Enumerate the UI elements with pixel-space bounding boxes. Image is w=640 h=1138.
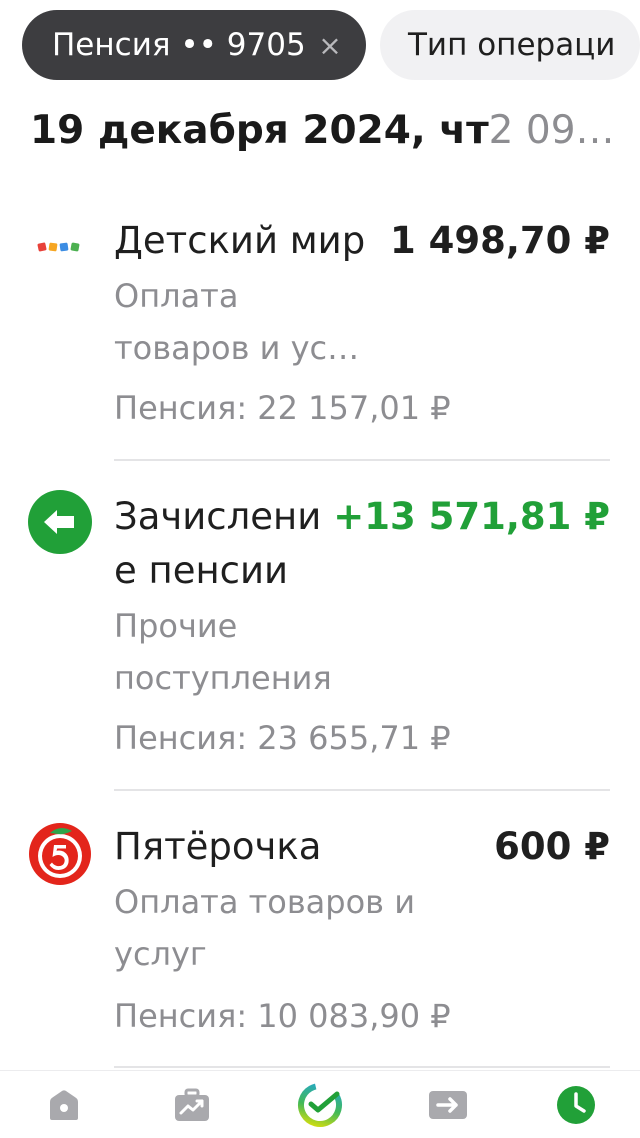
transfer-arrow-icon bbox=[429, 1090, 467, 1119]
briefcase-chart-icon bbox=[175, 1088, 209, 1121]
home-icon bbox=[50, 1089, 78, 1120]
nav-savings[interactable] bbox=[160, 1073, 224, 1137]
transaction-row[interactable]: Детский мир 1 498,70 ₽ Оплата товаров и … bbox=[0, 214, 640, 450]
transaction-body: Пятёрочка 600 ₽ Оплата товаров и услуг П… bbox=[114, 820, 610, 1050]
transaction-amount: 600 ₽ bbox=[494, 825, 610, 868]
transaction-category: Прочие поступления bbox=[114, 600, 332, 704]
transaction-category-line: товаров и ус… bbox=[114, 329, 360, 367]
detsky-mir-logo bbox=[28, 214, 92, 278]
divider bbox=[114, 459, 610, 461]
transaction-row[interactable]: Зачислени е пенсии +13 571,81 ₽ Прочие п… bbox=[0, 490, 640, 780]
transaction-amount: 1 498,70 ₽ bbox=[389, 219, 610, 262]
transaction-category-line: Оплата bbox=[114, 277, 239, 315]
day-total: 2 09… bbox=[488, 108, 610, 153]
nav-home[interactable] bbox=[32, 1073, 96, 1137]
filter-chip-operation-type-label: Тип операци bbox=[408, 27, 616, 63]
operations-history-screen: Пенсия •• 9705 × Тип операци 19 декабря … bbox=[0, 0, 640, 1138]
nav-main[interactable] bbox=[288, 1073, 352, 1137]
transaction-category-line: услуг bbox=[114, 935, 207, 973]
transaction-title-line: Детский мир bbox=[114, 219, 366, 262]
close-icon[interactable]: × bbox=[316, 29, 344, 62]
transaction-title: Зачислени е пенсии bbox=[114, 490, 321, 598]
transaction-category: Оплата товаров и ус… bbox=[114, 270, 359, 374]
divider bbox=[114, 1066, 610, 1068]
transaction-title-line: е пенсии bbox=[114, 549, 289, 592]
transaction-title: Пятёрочка bbox=[114, 820, 321, 874]
filter-chips: Пенсия •• 9705 × Тип операци bbox=[22, 10, 640, 80]
transaction-body: Зачислени е пенсии +13 571,81 ₽ Прочие п… bbox=[114, 490, 610, 780]
transaction-balance: Пенсия: 10 083,90 ₽ bbox=[114, 997, 451, 1035]
transaction-balance: Пенсия: 22 157,01 ₽ bbox=[114, 389, 451, 427]
transaction-title-line: Пятёрочка bbox=[114, 825, 322, 868]
bottom-nav bbox=[0, 1070, 640, 1138]
nav-payments[interactable] bbox=[416, 1073, 480, 1137]
transaction-category: Оплата товаров и услуг bbox=[114, 876, 415, 980]
history-clock-icon bbox=[557, 1085, 595, 1124]
incoming-arrow-icon bbox=[28, 490, 92, 554]
transaction-category-line: Оплата товаров и bbox=[114, 883, 415, 921]
sber-logo-icon bbox=[298, 1082, 342, 1127]
pyaterochka-logo bbox=[28, 822, 92, 886]
filter-chip-account-label: Пенсия •• 9705 bbox=[52, 27, 306, 63]
transaction-category-line: поступления bbox=[114, 659, 332, 697]
transaction-title: Детский мир bbox=[114, 214, 365, 268]
divider bbox=[114, 789, 610, 791]
transaction-body: Детский мир 1 498,70 ₽ Оплата товаров и … bbox=[114, 214, 610, 450]
transaction-category-line: Прочие bbox=[114, 607, 238, 645]
transaction-row[interactable]: Пятёрочка 600 ₽ Оплата товаров и услуг П… bbox=[0, 820, 640, 1050]
filter-chip-account[interactable]: Пенсия •• 9705 × bbox=[22, 10, 366, 80]
transaction-balance: Пенсия: 23 655,71 ₽ bbox=[114, 719, 451, 757]
nav-history[interactable] bbox=[544, 1073, 608, 1137]
day-header: 19 декабря 2024, чт 2 09… bbox=[30, 108, 610, 160]
transaction-title-line: Зачислени bbox=[114, 495, 322, 538]
filter-chip-operation-type[interactable]: Тип операци bbox=[380, 10, 640, 80]
day-date: 19 декабря 2024, чт bbox=[30, 108, 489, 153]
transaction-amount: +13 571,81 ₽ bbox=[333, 495, 610, 538]
